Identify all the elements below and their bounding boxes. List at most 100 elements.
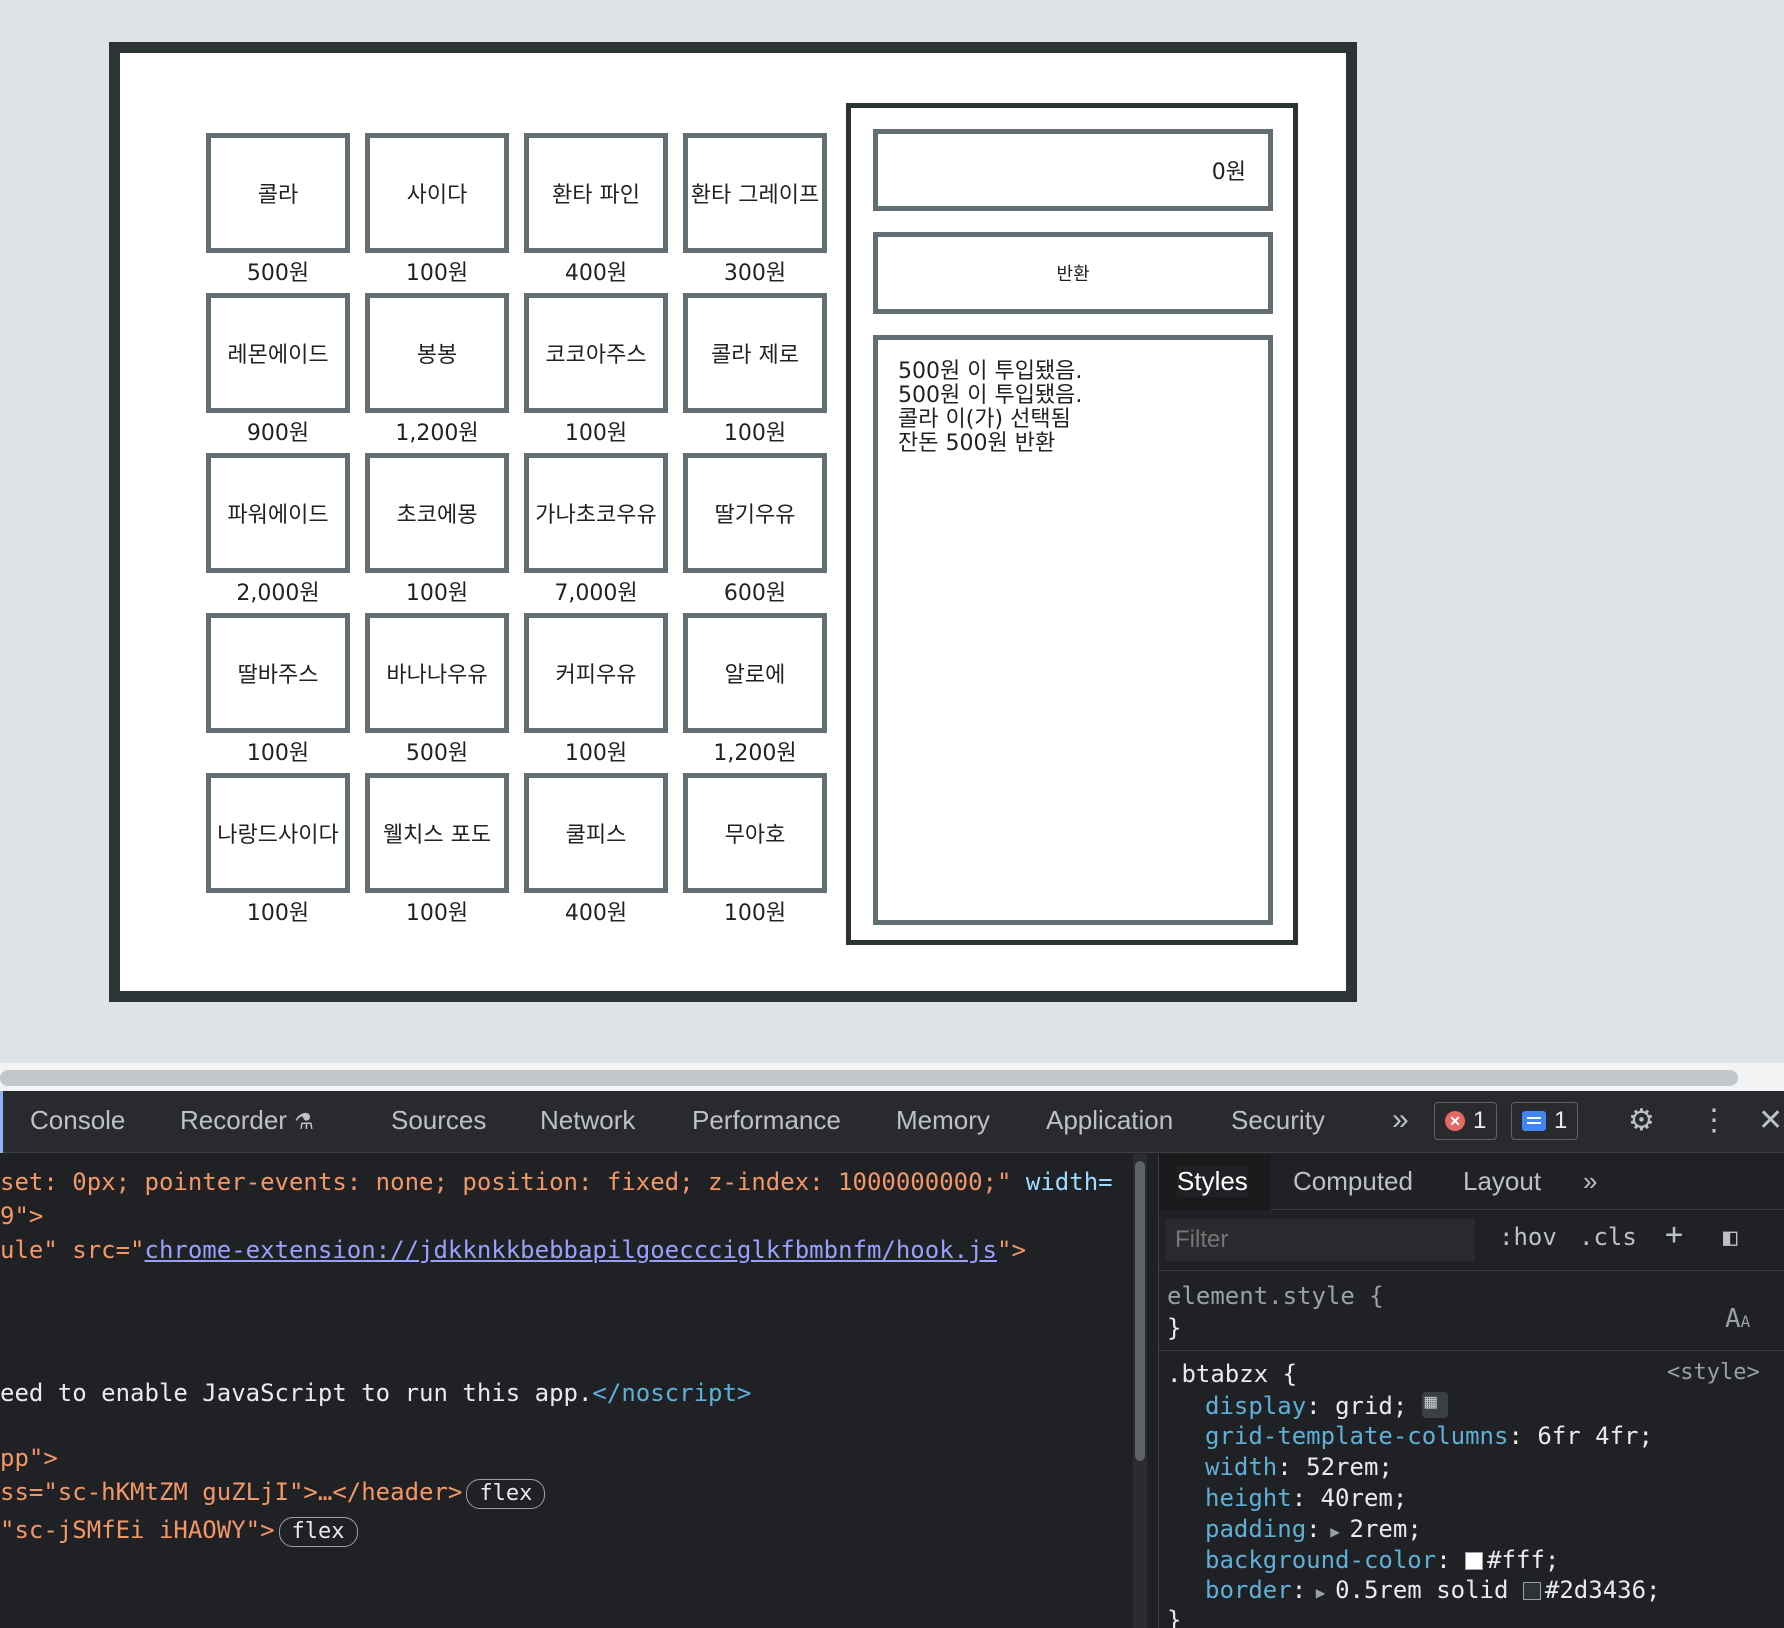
tab-application[interactable]: Application — [1046, 1105, 1173, 1136]
product-button[interactable]: 알로에 — [683, 613, 827, 733]
more-tabs-icon[interactable]: » — [1583, 1166, 1597, 1197]
attr-value: set: 0px; pointer-events: none; position… — [0, 1168, 1026, 1196]
script-src-link[interactable]: chrome-extension://jdkknkkbebbapilgoeccc… — [145, 1236, 998, 1264]
cls-toggle[interactable]: .cls — [1579, 1223, 1637, 1251]
styles-pane: Styles Computed Layout » :hov .cls + ◧ e… — [1158, 1154, 1784, 1628]
product-price: 100원 — [723, 901, 787, 926]
product-grid: 콜라 500원 사이다 100원 환타 파인 400원 환타 그레이프 300원 레몬에이드 90… — [206, 133, 836, 933]
color-swatch[interactable] — [1465, 1552, 1484, 1570]
css-property[interactable]: width: 52rem; — [1205, 1453, 1393, 1481]
rule-source-link[interactable]: <style> — [1667, 1360, 1760, 1385]
tab-recorder[interactable]: Recorder ⚗ — [180, 1105, 314, 1136]
prop-value: 40rem; — [1320, 1484, 1408, 1512]
product-item: 바나나우유 500원 — [365, 613, 509, 773]
return-button[interactable]: 반환 — [873, 232, 1273, 314]
toggle-sidebar-icon[interactable]: ◧ — [1723, 1223, 1737, 1251]
elements-scrollbar-thumb[interactable] — [1135, 1161, 1145, 1461]
log-line: 잔돈 500원 반환 — [898, 431, 1056, 456]
product-button[interactable]: 콜라 제로 — [683, 293, 827, 413]
product-button[interactable]: 레몬에이드 — [206, 293, 350, 413]
dom-line[interactable]: ss="sc-hKMtZM guZLjI">…</header> flex — [0, 1478, 546, 1509]
expand-triangle-icon[interactable]: ▶ — [1321, 1522, 1350, 1541]
control-panel: 0원 반환 500원 이 투입됐음. 500원 이 투입됐음. 콜라 이(가) … — [846, 103, 1298, 945]
product-button[interactable]: 초코에몽 — [365, 453, 509, 573]
product-button[interactable]: 딸기우유 — [683, 453, 827, 573]
dom-line[interactable]: 9"> — [0, 1202, 43, 1230]
css-property[interactable]: grid-template-columns: 6fr 4fr; — [1205, 1422, 1653, 1450]
product-button[interactable]: 봉봉 — [365, 293, 509, 413]
grid-editor-icon[interactable] — [1421, 1389, 1448, 1418]
product-button[interactable]: 사이다 — [365, 133, 509, 253]
product-price: 100원 — [246, 901, 310, 926]
devtools-panel: Console Recorder ⚗ Sources Network Perfo… — [0, 1091, 1784, 1628]
tab-sources[interactable]: Sources — [391, 1105, 486, 1136]
horizontal-scrollbar-thumb[interactable] — [0, 1070, 1738, 1086]
product-button[interactable]: 바나나우유 — [365, 613, 509, 733]
flex-badge[interactable]: flex — [278, 1517, 358, 1547]
css-property[interactable]: height: 40rem; — [1205, 1484, 1407, 1512]
product-price: 400원 — [564, 261, 628, 286]
product-item: 사이다 100원 — [365, 133, 509, 293]
add-rule-icon[interactable]: + — [1665, 1217, 1683, 1252]
hov-toggle[interactable]: :hov — [1499, 1223, 1557, 1251]
kebab-menu-icon[interactable]: ⋮ — [1699, 1103, 1729, 1138]
active-tab-indicator — [0, 1091, 3, 1153]
prop-name: background-color — [1205, 1546, 1437, 1574]
transaction-log: 500원 이 투입됐음. 500원 이 투입됐음. 콜라 이(가) 선택됨 잔돈… — [873, 335, 1273, 925]
tab-console[interactable]: Console — [30, 1105, 125, 1136]
product-button[interactable]: 웰치스 포도 — [365, 773, 509, 893]
css-property[interactable]: border: ▶ 0.5rem solid #2d3436; — [1205, 1576, 1661, 1604]
close-icon[interactable]: ✕ — [1758, 1103, 1783, 1138]
dom-line[interactable]: set: 0px; pointer-events: none; position… — [0, 1168, 1113, 1196]
tab-performance[interactable]: Performance — [692, 1105, 841, 1136]
color-swatch[interactable] — [1522, 1582, 1541, 1600]
close-brace: } — [1167, 1314, 1182, 1342]
filter-input[interactable] — [1165, 1219, 1475, 1261]
tab-styles[interactable]: Styles — [1177, 1166, 1248, 1197]
tab-layout[interactable]: Layout — [1463, 1166, 1541, 1197]
product-price: 100원 — [405, 581, 469, 606]
product-button[interactable]: 가나초코우유 — [524, 453, 668, 573]
product-button[interactable]: 콜라 — [206, 133, 350, 253]
product-button[interactable]: 커피우유 — [524, 613, 668, 733]
font-editor-icon[interactable]: AA — [1725, 1304, 1750, 1334]
product-button[interactable]: 환타 그레이프 — [683, 133, 827, 253]
dom-line[interactable]: pp"> — [0, 1444, 58, 1472]
tab-computed[interactable]: Computed — [1293, 1166, 1413, 1197]
css-property[interactable]: background-color: #fff; — [1205, 1546, 1559, 1574]
product-button[interactable]: 파워에이드 — [206, 453, 350, 573]
attr-value: ule" src=" — [0, 1236, 145, 1264]
product-button[interactable]: 무아호 — [683, 773, 827, 893]
rule-selector: .btabzx { — [1167, 1360, 1298, 1388]
dom-line[interactable]: eed to enable JavaScript to run this app… — [0, 1379, 751, 1407]
flex-badge[interactable]: flex — [466, 1479, 546, 1509]
elements-tree: set: 0px; pointer-events: none; position… — [0, 1154, 1128, 1628]
product-button[interactable]: 코코아주스 — [524, 293, 668, 413]
product-item: 파워에이드 2,000원 — [206, 453, 350, 613]
product-price: 100원 — [405, 901, 469, 926]
error-badge[interactable]: ✕ 1 — [1434, 1102, 1498, 1140]
product-button[interactable]: 딸바주스 — [206, 613, 350, 733]
css-property[interactable]: display: grid; — [1205, 1389, 1448, 1420]
more-tabs-icon[interactable]: » — [1392, 1103, 1409, 1137]
tab-network[interactable]: Network — [540, 1105, 635, 1136]
product-price: 2,000원 — [236, 581, 320, 606]
message-badge[interactable]: 1 — [1511, 1102, 1579, 1140]
dom-line[interactable]: ule" src="chrome-extension://jdkknkkbebb… — [0, 1236, 1026, 1264]
expand-triangle-icon[interactable]: ▶ — [1306, 1583, 1335, 1602]
css-property[interactable]: padding: ▶ 2rem; — [1205, 1515, 1422, 1543]
flask-icon: ⚗ — [294, 1109, 314, 1134]
tab-security[interactable]: Security — [1231, 1105, 1325, 1136]
element-style-selector: element.style { — [1167, 1282, 1384, 1310]
product-button[interactable]: 쿨피스 — [524, 773, 668, 893]
dom-line[interactable]: "sc-jSMfEi iHAOWY"> flex — [0, 1516, 358, 1547]
product-price: 100원 — [246, 741, 310, 766]
product-button[interactable]: 환타 파인 — [524, 133, 668, 253]
product-item: 웰치스 포도 100원 — [365, 773, 509, 933]
attr-value: "sc-jSMfEi iHAOWY"> — [0, 1516, 275, 1544]
product-button[interactable]: 나랑드사이다 — [206, 773, 350, 893]
product-price: 100원 — [564, 741, 628, 766]
gear-icon[interactable]: ⚙ — [1628, 1103, 1655, 1138]
product-item: 딸기우유 600원 — [683, 453, 827, 613]
tab-memory[interactable]: Memory — [896, 1105, 990, 1136]
